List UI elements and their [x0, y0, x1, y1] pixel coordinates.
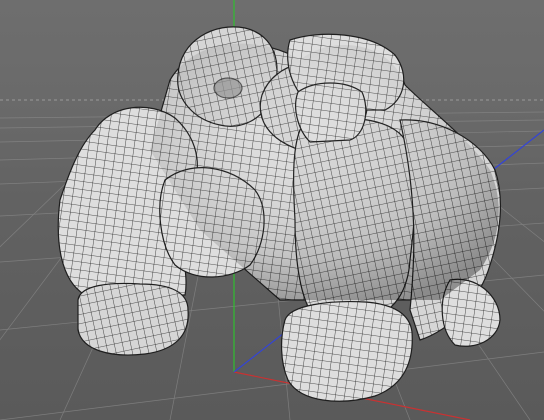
3d-viewport[interactable] [0, 0, 544, 420]
viewport-scene[interactable] [0, 0, 544, 420]
mesh-right-fist [281, 301, 413, 402]
golem-mesh[interactable] [57, 26, 502, 402]
mesh-left-fist [77, 282, 189, 356]
